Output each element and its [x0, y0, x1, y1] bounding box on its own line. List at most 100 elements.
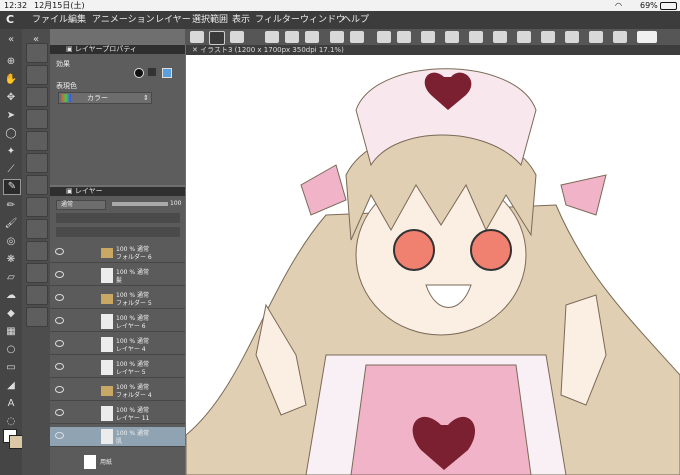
subtool-6[interactable]: [26, 175, 48, 195]
subtool-1[interactable]: [26, 65, 48, 85]
expression-color-value: カラー: [87, 94, 108, 102]
visibility-eye-icon[interactable]: [55, 248, 64, 255]
illustration: [186, 68, 680, 475]
save-icon[interactable]: [305, 31, 319, 43]
snap-ruler-icon[interactable]: [565, 31, 579, 43]
lasso-icon[interactable]: ◯: [3, 127, 19, 141]
snap-icon[interactable]: [209, 31, 225, 45]
layer-row[interactable]: 100 % 通常 レイヤー 11: [50, 404, 185, 424]
fill-bucket-icon[interactable]: ◆: [3, 307, 19, 321]
subtool-3[interactable]: [26, 109, 48, 129]
subtool-4[interactable]: [26, 131, 48, 151]
decoration-icon[interactable]: ❋: [3, 253, 19, 267]
opacity-slider[interactable]: [112, 202, 168, 206]
menu-view[interactable]: 表示: [232, 11, 250, 29]
layer-name: 髪: [116, 277, 123, 284]
layer-thumbnail: [101, 314, 113, 329]
airbrush-icon[interactable]: ◎: [3, 235, 19, 249]
layer-row[interactable]: 100 % 通常髪: [50, 266, 185, 286]
subtool-12[interactable]: [26, 307, 48, 327]
invert-icon[interactable]: [469, 31, 483, 43]
menu-file[interactable]: ファイル: [32, 11, 68, 29]
visibility-eye-icon[interactable]: [55, 340, 64, 347]
tone-effect-icon[interactable]: [148, 68, 156, 76]
drawing-canvas[interactable]: [186, 55, 680, 475]
pencil-icon[interactable]: ✏: [3, 199, 19, 213]
mesh-icon[interactable]: [613, 31, 627, 43]
expression-color-select[interactable]: カラー ⇕: [58, 92, 152, 104]
new-file-icon[interactable]: [190, 31, 204, 43]
crop-icon[interactable]: [541, 31, 555, 43]
subtool-5[interactable]: [26, 153, 48, 173]
visibility-eye-icon[interactable]: [55, 294, 64, 301]
canvas-tab[interactable]: ✕ イラスト3 (1200 x 1700px 350dpi 17.1%): [186, 45, 680, 55]
layer-row[interactable]: 100 % 通常 レイヤー 6: [50, 312, 185, 332]
grid-icon[interactable]: [493, 31, 507, 43]
layer-folder-row[interactable]: 100 % 通常 フォルダー 6: [50, 243, 185, 263]
subtool-2[interactable]: [26, 87, 48, 107]
balloon-icon[interactable]: ◌: [3, 415, 19, 429]
pen-settings-icon[interactable]: [589, 31, 603, 43]
subtool-7[interactable]: [26, 197, 48, 217]
layer-row[interactable]: 100 % 通常 レイヤー 5: [50, 358, 185, 378]
menu-layer[interactable]: レイヤー: [155, 11, 191, 29]
deselect-icon[interactable]: [445, 31, 459, 43]
text-icon[interactable]: A: [3, 397, 19, 411]
cursor-icon[interactable]: ➤: [3, 109, 19, 123]
border-effect-icon[interactable]: [134, 68, 144, 78]
subtool-10[interactable]: [26, 263, 48, 283]
eyedropper-icon[interactable]: ⟋: [3, 163, 19, 177]
figure-icon[interactable]: ○: [3, 343, 19, 357]
layer-toolbar-row2: [56, 227, 180, 237]
clear-icon[interactable]: [377, 31, 391, 43]
visibility-eye-icon[interactable]: [55, 386, 64, 393]
menu-window[interactable]: ウィンドウ: [300, 11, 345, 29]
visibility-eye-icon[interactable]: [55, 432, 64, 439]
zoom-icon[interactable]: ⊕: [3, 55, 19, 69]
sub-color-swatch[interactable]: [9, 435, 23, 449]
double-chevron-icon[interactable]: «: [3, 33, 19, 47]
layer-name: 肌: [116, 438, 123, 445]
layer-folder-row[interactable]: 100 % 通常 フォルダー 4: [50, 381, 185, 401]
brush-icon[interactable]: 🖌: [3, 217, 19, 231]
fill-icon[interactable]: [397, 31, 411, 43]
menu-selection[interactable]: 選択範囲: [192, 11, 228, 29]
gradient-icon[interactable]: ▦: [3, 325, 19, 339]
magic-wand-icon[interactable]: ✦: [3, 145, 19, 159]
menu-help[interactable]: ヘルプ: [342, 11, 369, 29]
file-icon[interactable]: [265, 31, 279, 43]
subtool-11[interactable]: [26, 285, 48, 305]
pen-icon[interactable]: ✎: [3, 179, 21, 195]
menu-filter[interactable]: フィルター: [255, 11, 300, 29]
spiral-icon[interactable]: [230, 31, 244, 43]
hand-icon[interactable]: ✋: [3, 73, 19, 87]
subtool-9[interactable]: [26, 241, 48, 261]
undo-icon[interactable]: [330, 31, 344, 43]
layer-name: レイヤー 11: [116, 415, 150, 422]
ruler-tool-icon[interactable]: ◢: [3, 379, 19, 393]
menu-edit[interactable]: 編集: [68, 11, 86, 29]
layer-folder-row[interactable]: 100 % 通常 フォルダー 5: [50, 289, 185, 309]
subtool-zoom[interactable]: [26, 43, 48, 63]
visibility-eye-icon[interactable]: [55, 317, 64, 324]
layer-color-icon[interactable]: [162, 68, 172, 78]
visibility-eye-icon[interactable]: [55, 271, 64, 278]
eraser-icon[interactable]: ▱: [3, 271, 19, 285]
canvas-tab-close-icon[interactable]: ✕: [192, 46, 198, 54]
help-icon[interactable]: [637, 31, 657, 43]
visibility-eye-icon[interactable]: [55, 363, 64, 370]
blend-icon[interactable]: ☁: [3, 289, 19, 303]
redo-icon[interactable]: [350, 31, 364, 43]
transform-icon[interactable]: [421, 31, 435, 43]
app-logo-icon[interactable]: C: [6, 11, 14, 29]
layer-row[interactable]: 100 % 通常肌: [50, 427, 185, 447]
frame-icon[interactable]: ▭: [3, 361, 19, 375]
menu-animation[interactable]: アニメーション: [92, 11, 155, 29]
visibility-eye-icon[interactable]: [55, 409, 64, 416]
open-icon[interactable]: [285, 31, 299, 43]
blend-mode-select[interactable]: 通常: [56, 200, 106, 210]
move-icon[interactable]: ✥: [3, 91, 19, 105]
subtool-8[interactable]: [26, 219, 48, 239]
ruler-icon[interactable]: [517, 31, 531, 43]
layer-row[interactable]: 100 % 通常 レイヤー 4: [50, 335, 185, 355]
